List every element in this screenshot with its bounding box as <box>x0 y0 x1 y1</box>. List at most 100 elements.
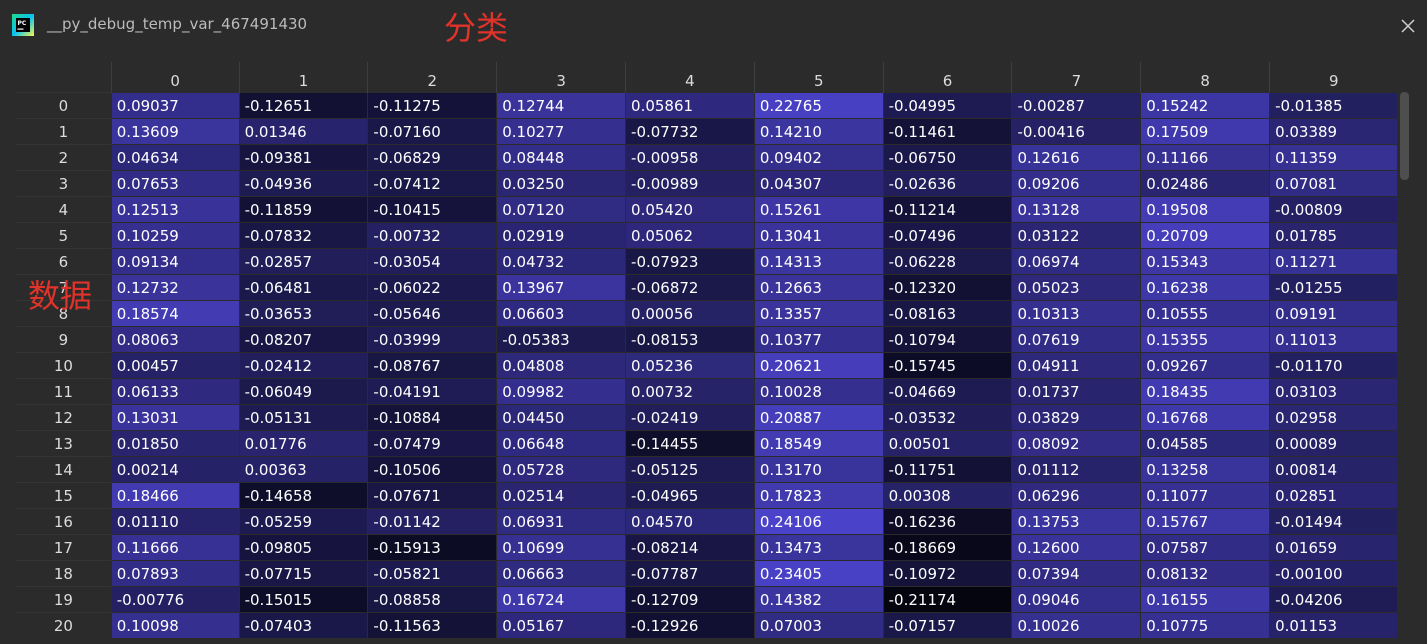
vertical-scrollbar[interactable] <box>1399 90 1410 644</box>
row-header[interactable]: 14 <box>16 456 112 483</box>
table-cell[interactable]: -0.05259 <box>238 508 369 535</box>
table-cell[interactable]: -0.07923 <box>625 248 755 275</box>
table-cell[interactable]: 0.12616 <box>1011 144 1142 171</box>
table-cell[interactable]: 0.18466 <box>110 482 240 509</box>
table-cell[interactable]: 0.05062 <box>625 222 755 249</box>
table-cell[interactable]: -0.00989 <box>625 170 755 197</box>
table-cell[interactable]: 0.12732 <box>110 274 240 301</box>
table-row[interactable]: 18 0.07893 -0.07715 -0.05821 0.06663 -0.07787… <box>16 560 1398 587</box>
table-cell[interactable]: -0.01494 <box>1269 508 1398 535</box>
table-cell[interactable]: 0.01776 <box>238 430 369 457</box>
table-cell[interactable]: -0.10884 <box>367 404 498 431</box>
table-cell[interactable]: -0.08858 <box>367 586 498 613</box>
table-row[interactable]: 1 0.13609 0.01346 -0.07160 0.10277 -0.07732 0.… <box>16 118 1398 145</box>
table-cell[interactable]: 0.13357 <box>753 300 884 327</box>
table-cell[interactable]: 0.01153 <box>1269 612 1398 639</box>
table-cell[interactable]: 0.04911 <box>1011 352 1142 379</box>
table-cell[interactable]: -0.07412 <box>367 170 498 197</box>
table-cell[interactable]: 0.05861 <box>625 92 755 119</box>
table-cell[interactable]: 0.03829 <box>1011 404 1142 431</box>
table-cell[interactable]: -0.00809 <box>1269 196 1398 223</box>
table-cell[interactable]: -0.15015 <box>238 586 369 613</box>
table-cell[interactable]: 0.03122 <box>1011 222 1142 249</box>
table-cell[interactable]: -0.07160 <box>367 118 498 145</box>
table-row[interactable]: 13 0.01850 0.01776 -0.07479 0.06648 -0.14455 0… <box>16 430 1398 457</box>
table-cell[interactable]: 0.12513 <box>110 196 240 223</box>
table-cell[interactable]: -0.18669 <box>882 534 1013 561</box>
table-cell[interactable]: 0.06648 <box>496 430 627 457</box>
table-cell[interactable]: 0.20887 <box>753 404 884 431</box>
table-cell[interactable]: -0.02636 <box>882 170 1013 197</box>
table-row[interactable]: 0 0.09037 -0.12651 -0.11275 0.12744 0.05861 0.… <box>16 92 1398 119</box>
table-cell[interactable]: 0.10026 <box>1011 612 1142 639</box>
table-cell[interactable]: -0.09805 <box>238 534 369 561</box>
table-cell[interactable]: 0.20709 <box>1140 222 1271 249</box>
table-cell[interactable]: 0.01112 <box>1011 456 1142 483</box>
table-cell[interactable]: -0.12320 <box>882 274 1013 301</box>
table-cell[interactable]: 0.13473 <box>753 534 884 561</box>
table-row[interactable]: 8 0.18574 -0.03653 -0.05646 0.06603 0.00056 0.… <box>16 300 1398 327</box>
table-cell[interactable]: 0.10775 <box>1140 612 1271 639</box>
table-cell[interactable]: -0.07832 <box>238 222 369 249</box>
table-cell[interactable]: -0.05125 <box>625 456 755 483</box>
row-header[interactable]: 11 <box>16 378 112 405</box>
table-cell[interactable]: -0.03653 <box>238 300 369 327</box>
table-cell[interactable]: 0.07081 <box>1269 170 1398 197</box>
table-cell[interactable]: 0.11166 <box>1140 144 1271 171</box>
table-cell[interactable]: -0.05646 <box>367 300 498 327</box>
table-cell[interactable]: -0.06750 <box>882 144 1013 171</box>
table-cell[interactable]: 0.01785 <box>1269 222 1398 249</box>
table-cell[interactable]: 0.24106 <box>753 508 884 535</box>
table-cell[interactable]: 0.10377 <box>753 326 884 353</box>
table-cell[interactable]: -0.00100 <box>1269 560 1398 587</box>
table-cell[interactable]: 0.13609 <box>110 118 240 145</box>
table-cell[interactable]: 0.15343 <box>1140 248 1271 275</box>
table-row[interactable]: 15 0.18466 -0.14658 -0.07671 0.02514 -0.04965… <box>16 482 1398 509</box>
table-cell[interactable]: 0.18549 <box>753 430 884 457</box>
table-cell[interactable]: 0.15355 <box>1140 326 1271 353</box>
column-header[interactable]: 6 <box>882 62 1012 93</box>
table-cell[interactable]: -0.07157 <box>882 612 1013 639</box>
table-cell[interactable]: 0.08063 <box>110 326 240 353</box>
table-cell[interactable]: 0.17823 <box>753 482 884 509</box>
table-cell[interactable]: 0.02851 <box>1269 482 1398 509</box>
table-cell[interactable]: -0.05821 <box>367 560 498 587</box>
table-cell[interactable]: -0.04965 <box>625 482 755 509</box>
table-cell[interactable]: 0.09191 <box>1269 300 1398 327</box>
table-cell[interactable]: 0.16238 <box>1140 274 1271 301</box>
table-cell[interactable]: 0.13031 <box>110 404 240 431</box>
table-cell[interactable]: 0.07120 <box>496 196 627 223</box>
table-cell[interactable]: -0.07732 <box>625 118 755 145</box>
table-cell[interactable]: 0.00363 <box>238 456 369 483</box>
table-cell[interactable]: 0.06603 <box>496 300 627 327</box>
table-cell[interactable]: 0.18435 <box>1140 378 1271 405</box>
table-cell[interactable]: -0.03054 <box>367 248 498 275</box>
row-header[interactable]: 1 <box>16 118 112 145</box>
table-cell[interactable]: 0.09982 <box>496 378 627 405</box>
table-cell[interactable]: -0.15745 <box>882 352 1013 379</box>
table-row[interactable]: 4 0.12513 -0.11859 -0.10415 0.07120 0.05420 0.… <box>16 196 1398 223</box>
table-cell[interactable]: 0.16768 <box>1140 404 1271 431</box>
table-cell[interactable]: -0.01142 <box>367 508 498 535</box>
table-cell[interactable]: -0.07496 <box>882 222 1013 249</box>
table-cell[interactable]: 0.00308 <box>882 482 1013 509</box>
row-header[interactable]: 12 <box>16 404 112 431</box>
table-cell[interactable]: 0.02514 <box>496 482 627 509</box>
table-cell[interactable]: -0.11275 <box>367 92 498 119</box>
table-cell[interactable]: -0.14658 <box>238 482 369 509</box>
table-cell[interactable]: 0.01110 <box>110 508 240 535</box>
table-cell[interactable]: -0.11751 <box>882 456 1013 483</box>
table-cell[interactable]: 0.05023 <box>1011 274 1142 301</box>
table-cell[interactable]: -0.00732 <box>367 222 498 249</box>
table-cell[interactable]: 0.19508 <box>1140 196 1271 223</box>
table-cell[interactable]: -0.06872 <box>625 274 755 301</box>
table-cell[interactable]: -0.03532 <box>882 404 1013 431</box>
table-cell[interactable]: 0.12663 <box>753 274 884 301</box>
column-header[interactable]: 5 <box>753 62 884 93</box>
table-cell[interactable]: -0.05383 <box>496 326 627 353</box>
table-cell[interactable]: -0.12926 <box>625 612 755 639</box>
table-row[interactable]: 14 0.00214 0.00363 -0.10506 0.05728 -0.05125 0… <box>16 456 1398 483</box>
table-cell[interactable]: 0.01659 <box>1269 534 1398 561</box>
row-header[interactable]: 17 <box>16 534 112 561</box>
table-cell[interactable]: -0.07479 <box>367 430 498 457</box>
